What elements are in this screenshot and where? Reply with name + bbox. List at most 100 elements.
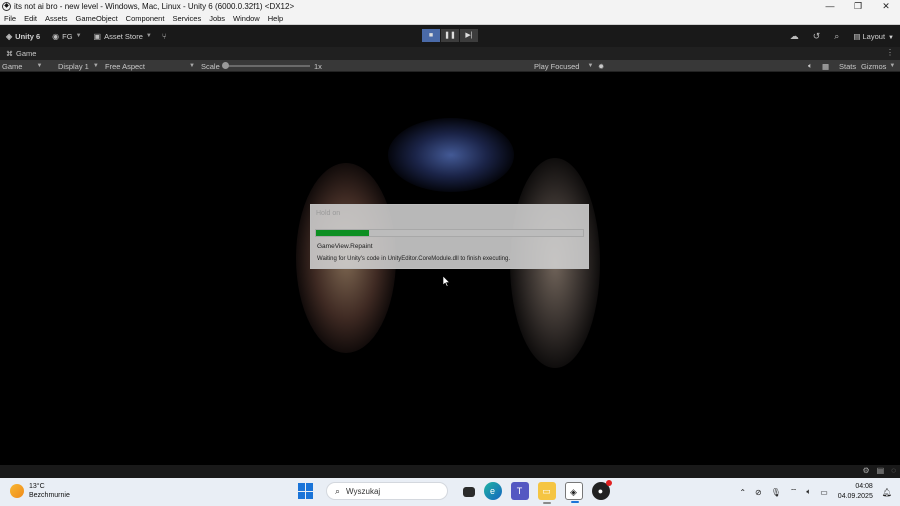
- unity-account-button[interactable]: ◈ Unity 6: [6, 32, 40, 41]
- task-view-icon[interactable]: [462, 487, 475, 497]
- restore-icon[interactable]: ❐: [844, 0, 872, 13]
- weather-text: 13°C Bezchmurnie: [29, 482, 70, 500]
- vpn-icon[interactable]: ⊘: [755, 488, 762, 497]
- menu-edit[interactable]: Edit: [20, 14, 41, 23]
- aspect-label: Free Aspect: [105, 61, 146, 71]
- layout-label: Layout: [862, 31, 886, 41]
- window-title: its not ai bro - new level - Windows, Ma…: [14, 2, 295, 11]
- build-icon[interactable]: ▤: [877, 466, 885, 475]
- pause-button[interactable]: ❚❚: [441, 29, 459, 42]
- teams-icon[interactable]: T: [510, 482, 529, 500]
- dialog-operation: GameView.Repaint: [317, 243, 373, 250]
- unity-taskbar-icon[interactable]: ◈: [564, 482, 583, 503]
- weather-widget[interactable]: 13°C Bezchmurnie: [10, 482, 70, 500]
- menu-file[interactable]: File: [0, 14, 20, 23]
- menu-gameobject[interactable]: GameObject: [72, 14, 122, 23]
- display-label: Display 1: [58, 61, 89, 71]
- windows-taskbar: 13°C Bezchmurnie ⌕ Wyszukaj e T ▭ ◈ ● ⌃ …: [0, 478, 900, 506]
- taskbar-apps: ⌕ Wyszukaj e T ▭ ◈ ●: [298, 480, 614, 504]
- branch-icon: ⑂: [161, 31, 167, 41]
- step-button[interactable]: ▶|: [460, 29, 478, 42]
- window-controls: — ❐ ✕: [816, 0, 900, 13]
- clock-date: 04.09.2025: [837, 493, 873, 500]
- dialog-title: Hold on: [316, 210, 341, 217]
- stop-play-button[interactable]: ■: [422, 29, 440, 42]
- scale-value: 1x: [314, 61, 322, 71]
- chevron-down-icon: ▼: [36, 63, 43, 69]
- chevron-down-icon: ▼: [75, 33, 82, 39]
- more-options-icon[interactable]: ⋮: [886, 48, 894, 57]
- history-icon[interactable]: ↺: [813, 31, 821, 42]
- dialog-progress-bar: [315, 229, 584, 237]
- notification-dot: [605, 480, 612, 486]
- volume-icon[interactable]: 🔈︎: [806, 487, 811, 497]
- menu-services[interactable]: Services: [168, 14, 205, 23]
- menu-assets[interactable]: Assets: [41, 14, 72, 23]
- sun-icon: [10, 484, 24, 498]
- scale-slider-track[interactable]: [226, 65, 310, 67]
- taskbar-search[interactable]: ⌕ Wyszukaj: [326, 482, 448, 500]
- game-tab-strip: ⌘ Game ⋮: [0, 47, 900, 60]
- account-dropdown[interactable]: ◉ FG ▼: [52, 32, 81, 41]
- audio-icon[interactable]: 🔈︎: [808, 60, 813, 72]
- asset-store-label: Asset Store: [104, 31, 143, 41]
- clock-time: 04:08: [855, 483, 873, 490]
- scale-slider-handle[interactable]: [222, 62, 229, 69]
- cloud-icon[interactable]: ☁: [790, 31, 799, 42]
- game-mode-dropdown[interactable]: Game ▼: [2, 60, 42, 72]
- microphone-icon[interactable]: 🎙︎: [771, 488, 781, 497]
- progress-fill: [316, 230, 370, 236]
- search-placeholder: Wyszukaj: [346, 486, 381, 496]
- file-explorer-icon[interactable]: ▭: [537, 482, 556, 504]
- version-control-button[interactable]: ⑂: [162, 32, 170, 41]
- battery-icon[interactable]: ▭: [820, 488, 828, 497]
- game-view-controls: Game ▼ Display 1 ▼ Free Aspect ▼ Scale 1…: [0, 60, 900, 72]
- display-dropdown[interactable]: Display 1 ▼: [58, 60, 99, 72]
- network-activity-icon[interactable]: ⚙: [863, 466, 870, 475]
- tab-game[interactable]: ⌘ Game: [6, 49, 36, 58]
- status-icons: ⚙ ▤ ◌: [856, 466, 897, 475]
- clock[interactable]: 04:08 04.09.2025: [838, 482, 873, 502]
- notification-bell-icon[interactable]: 🔔︎: [882, 488, 892, 497]
- stats-button[interactable]: Stats: [839, 60, 856, 72]
- chevron-down-icon: ▼: [587, 63, 594, 69]
- game-viewport[interactable]: [0, 73, 900, 465]
- aspect-dropdown[interactable]: Free Aspect ▼: [105, 60, 195, 72]
- tab-game-label: Game: [16, 49, 37, 58]
- edge-icon[interactable]: e: [483, 482, 502, 500]
- busy-indicator-icon[interactable]: ◌: [891, 466, 896, 475]
- unity-app-icon: ◆: [2, 2, 11, 11]
- grid-icon[interactable]: ▦: [822, 60, 829, 72]
- menu-bar: File Edit Assets GameObject Component Se…: [0, 13, 900, 25]
- account-label: FG: [62, 31, 73, 41]
- search-icon[interactable]: ⌕: [834, 31, 839, 42]
- playmode-controls: ■ ❚❚ ▶|: [422, 29, 479, 42]
- bug-icon[interactable]: ✹: [598, 60, 604, 72]
- mouse-cursor-icon: [443, 276, 451, 287]
- chevron-down-icon: ▼: [889, 63, 896, 69]
- chevron-down-icon: ▼: [92, 63, 99, 69]
- temperature: 13°C: [29, 483, 45, 490]
- gizmos-label: Gizmos: [861, 61, 887, 71]
- menu-jobs[interactable]: Jobs: [205, 14, 229, 23]
- minimize-icon[interactable]: —: [816, 0, 844, 13]
- window-title-bar: ◆ its not ai bro - new level - Windows, …: [0, 0, 900, 13]
- wifi-icon[interactable]: ⌔: [790, 487, 798, 497]
- chevron-down-icon: ▼: [888, 34, 894, 41]
- play-focus-dropdown[interactable]: Play Focused ▼: [534, 60, 593, 72]
- menu-help[interactable]: Help: [264, 14, 287, 23]
- asset-store-dropdown[interactable]: ▣ Asset Store ▼: [94, 32, 152, 41]
- dialog-message: Waiting for Unity's code in UnityEditor.…: [317, 256, 511, 262]
- close-icon[interactable]: ✕: [872, 0, 900, 13]
- windows-start-icon[interactable]: [298, 483, 314, 499]
- layout-icon: ▤: [853, 31, 863, 41]
- menu-window[interactable]: Window: [229, 14, 264, 23]
- hold-on-dialog: Hold on GameView.Repaint Waiting for Uni…: [310, 204, 589, 269]
- bag-icon: ▣: [93, 31, 102, 41]
- chevron-up-icon[interactable]: ⌃: [739, 488, 746, 497]
- menu-component[interactable]: Component: [122, 14, 169, 23]
- gizmos-dropdown[interactable]: Gizmos ▼: [861, 60, 895, 72]
- unity-status-bar: ⚙ ▤ ◌: [0, 465, 900, 478]
- layout-dropdown[interactable]: ▤ Layout ▼: [853, 32, 894, 41]
- game-app-icon[interactable]: ●: [591, 480, 612, 500]
